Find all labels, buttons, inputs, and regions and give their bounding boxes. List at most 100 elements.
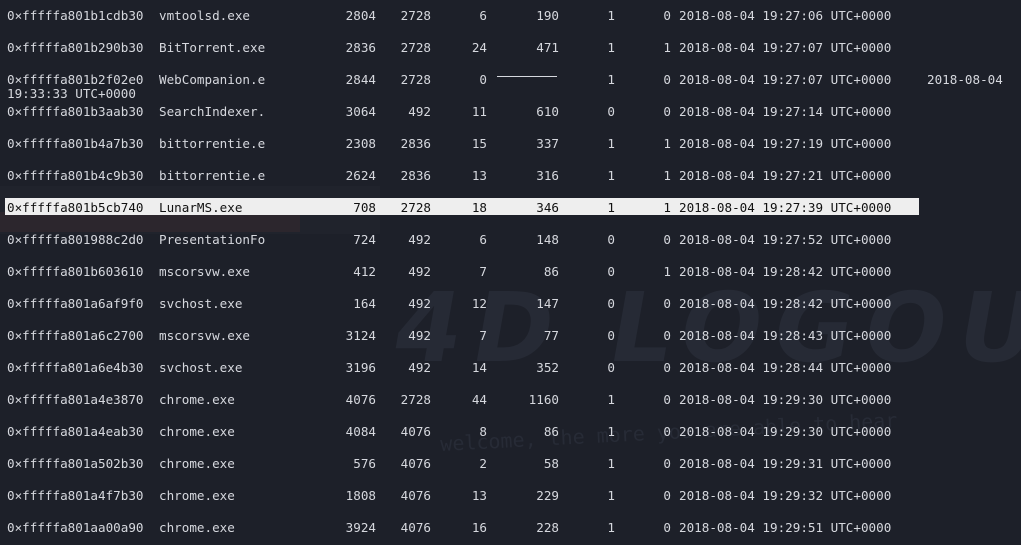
process-row[interactable]: 0×fffffa801b603610 mscorsvw.exe 412 492 7 86 0… [0, 263, 1021, 281]
process-row[interactable]: 0×fffffa801b4a7b30 bittorrentie.e 2308 2836… [0, 135, 1021, 153]
start-time-cell: 2018-08-04 19:28:42 UTC+0000 [679, 264, 892, 279]
ppid-cell: 4076 [400, 456, 431, 471]
ppid-cell: 492 [408, 232, 431, 247]
start-time-cell: 2018-08-04 19:27:06 UTC+0000 [679, 8, 892, 23]
wow64-cell: 0 [663, 72, 671, 87]
offset-cell: 0×fffffa801b5cb740 [7, 200, 144, 215]
process-row[interactable]: 0×fffffa801988c2d0 PresentationFo 724 492 6 1… [0, 231, 1021, 249]
handles-cell: 86 [543, 424, 559, 439]
process-row[interactable]: 0×fffffa801a502b30 chrome.exe 576 4076 2 58 1 0… [0, 455, 1021, 473]
start-time-cell: 2018-08-04 19:29:51 UTC+0000 [679, 520, 892, 535]
process-name-cell: chrome.exe [159, 488, 235, 503]
wow64-cell: 1 [663, 168, 671, 183]
wow64-cell: 1 [663, 136, 671, 151]
offset-cell: 0×fffffa801a4f7b30 [7, 488, 144, 503]
process-row[interactable]: 0×fffffa801aa00a90 chrome.exe 3924 4076 16 22… [0, 519, 1021, 537]
process-row[interactable]: 0×fffffa801a4e3870 chrome.exe 4076 2728 44 11… [0, 391, 1021, 409]
session-cell: 1 [607, 424, 615, 439]
handles-cell: 337 [536, 136, 559, 151]
pid-cell: 412 [353, 264, 376, 279]
threads-cell: 7 [479, 264, 487, 279]
process-row[interactable]: 0×fffffa801b3aab30 SearchIndexer. 3064 492 1… [0, 103, 1021, 121]
session-cell: 1 [607, 200, 615, 215]
wow64-cell: 0 [663, 8, 671, 23]
threads-cell: 0 [479, 72, 487, 87]
threads-cell: 14 [471, 360, 487, 375]
offset-cell: 0×fffffa801988c2d0 [7, 232, 144, 247]
process-name-cell: chrome.exe [159, 424, 235, 439]
handles-cell: 147 [536, 296, 559, 311]
process-row[interactable]: 0×fffffa801b290b30 BitTorrent.exe 2836 2728… [0, 39, 1021, 57]
threads-cell: 16 [471, 520, 487, 535]
offset-cell: 0×fffffa801aa00a90 [7, 520, 144, 535]
process-name-cell: svchost.exe [159, 296, 243, 311]
session-cell: 0 [607, 360, 615, 375]
process-row[interactable]: 0×fffffa801a6c2700 mscorsvw.exe 3124 492 7 77… [0, 327, 1021, 345]
session-cell: 1 [607, 456, 615, 471]
process-name-cell: PresentationFo [159, 232, 266, 247]
threads-cell: 2 [479, 456, 487, 471]
handles-cell: 228 [536, 520, 559, 535]
start-time-cell: 2018-08-04 19:28:42 UTC+0000 [679, 296, 892, 311]
start-time-cell: 2018-08-04 19:27:07 UTC+0000 [679, 72, 892, 87]
offset-cell: 0×fffffa801b4c9b30 [7, 168, 144, 183]
process-row[interactable]: 0×fffffa801a4eab30 chrome.exe 4084 4076 8 86 1… [0, 423, 1021, 441]
threads-cell: 6 [479, 8, 487, 23]
pid-cell: 2624 [345, 168, 376, 183]
ppid-cell: 492 [408, 328, 431, 343]
process-row[interactable]: 0×fffffa801a6af9f0 svchost.exe 164 492 12 147… [0, 295, 1021, 313]
terminal-window[interactable]: 4D LOGOUX welcome, the more you are able… [0, 0, 1021, 545]
handles-cell: 471 [536, 40, 559, 55]
threads-cell: 15 [471, 136, 487, 151]
wrapped-exit-time: 19:33:33 UTC+0000 [7, 86, 136, 101]
session-cell: 1 [607, 136, 615, 151]
ppid-cell: 492 [408, 360, 431, 375]
offset-cell: 0×fffffa801a4eab30 [7, 424, 144, 439]
wow64-cell: 0 [663, 424, 671, 439]
handles-cell: 148 [536, 232, 559, 247]
session-cell: 0 [607, 296, 615, 311]
threads-cell: 18 [471, 200, 487, 215]
pid-cell: 3124 [345, 328, 376, 343]
pid-cell: 576 [353, 456, 376, 471]
threads-cell: 7 [479, 328, 487, 343]
session-cell: 1 [607, 488, 615, 503]
session-cell: 0 [607, 328, 615, 343]
start-time-cell: 2018-08-04 19:27:14 UTC+0000 [679, 104, 892, 119]
process-row[interactable]: 0×fffffa801b1cdb30 vmtoolsd.exe 2804 2728 6 1… [0, 7, 1021, 25]
process-name-cell: bittorrentie.e [159, 168, 266, 183]
pid-cell: 164 [353, 296, 376, 311]
ppid-cell: 492 [408, 104, 431, 119]
session-cell: 1 [607, 168, 615, 183]
process-row[interactable]: 0×fffffa801a6e4b30 svchost.exe 3196 492 14 35… [0, 359, 1021, 377]
pid-cell: 2804 [345, 8, 376, 23]
pid-cell: 4084 [345, 424, 376, 439]
handles-cell: 352 [536, 360, 559, 375]
process-name-cell: vmtoolsd.exe [159, 8, 250, 23]
offset-cell: 0×fffffa801b603610 [7, 264, 144, 279]
handles-cell: 190 [536, 8, 559, 23]
start-time-cell: 2018-08-04 19:29:30 UTC+0000 [679, 424, 892, 439]
ppid-cell: 2728 [400, 8, 431, 23]
ppid-cell: 4076 [400, 488, 431, 503]
ppid-cell: 2728 [400, 392, 431, 407]
start-time-cell: 2018-08-04 19:27:39 UTC+0000 [679, 200, 892, 215]
ppid-cell: 2728 [400, 200, 431, 215]
process-row[interactable]: 0×fffffa801b4c9b30 bittorrentie.e 2624 2836… [0, 167, 1021, 185]
pid-cell: 708 [353, 200, 376, 215]
session-cell: 1 [607, 40, 615, 55]
ppid-cell: 492 [408, 296, 431, 311]
process-name-cell: mscorsvw.exe [159, 264, 250, 279]
start-time-cell: 2018-08-04 19:27:07 UTC+0000 [679, 40, 892, 55]
offset-cell: 0×fffffa801b290b30 [7, 40, 144, 55]
session-cell: 0 [607, 104, 615, 119]
pid-cell: 3196 [345, 360, 376, 375]
process-row-selected[interactable]: 0×fffffa801b5cb740 LunarMS.exe 708 2728 18 34… [0, 198, 1021, 217]
ppid-cell: 2728 [400, 40, 431, 55]
wow64-cell: 0 [663, 328, 671, 343]
process-name-cell: bittorrentie.e [159, 136, 266, 151]
process-row[interactable]: 0×fffffa801b2f02e0 WebCompanion.e 2844 2728… [0, 71, 1021, 89]
process-row[interactable]: 0×fffffa801a4f7b30 chrome.exe 1808 4076 13 22… [0, 487, 1021, 505]
process-name-cell: mscorsvw.exe [159, 328, 250, 343]
handles-cell: 58 [543, 456, 559, 471]
